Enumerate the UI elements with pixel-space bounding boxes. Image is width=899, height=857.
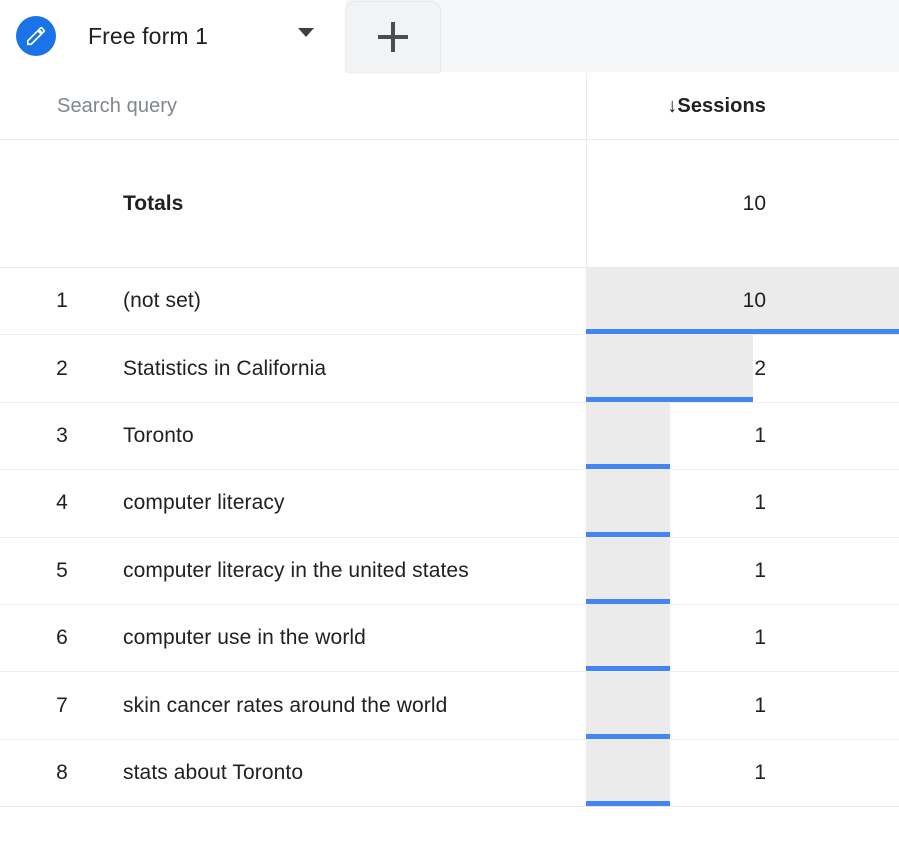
plus-icon bbox=[378, 22, 408, 52]
row-cell-dimension: 3 Toronto bbox=[0, 403, 586, 469]
row-index: 4 bbox=[56, 491, 68, 515]
row-cell-dimension: 8 stats about Toronto bbox=[0, 740, 586, 806]
table-row-7[interactable]: 7 skin cancer rates around the world 1 bbox=[0, 672, 899, 740]
row-bar bbox=[586, 470, 670, 537]
row-bar bbox=[586, 335, 753, 402]
row-label: stats about Toronto bbox=[123, 760, 304, 784]
row-index: 6 bbox=[56, 626, 68, 650]
sort-descending-icon: ↓ bbox=[667, 94, 678, 117]
row-bar bbox=[586, 537, 670, 604]
row-cell-dimension: 1 (not set) bbox=[0, 268, 586, 334]
row-cell-dimension: 2 Statistics in California bbox=[0, 335, 586, 401]
row-bar bbox=[586, 604, 670, 672]
tab-free-form-1[interactable]: Free form 1 bbox=[0, 0, 346, 73]
column-divider bbox=[586, 73, 587, 268]
table-row-8[interactable]: 8 stats about Toronto 1 bbox=[0, 739, 899, 808]
header-cell-dimension[interactable]: Search query bbox=[0, 73, 586, 139]
totals-cell-value: 10 bbox=[586, 140, 899, 267]
header-cell-metric[interactable]: ↓Sessions bbox=[586, 73, 899, 139]
row-bar bbox=[586, 739, 670, 807]
chevron-down-icon[interactable] bbox=[298, 28, 314, 37]
row-cell-metric: 1 bbox=[586, 537, 899, 604]
dimension-header-label: Search query bbox=[57, 94, 178, 117]
row-label: Toronto bbox=[123, 423, 194, 447]
table-body: 1 (not set) 10 2 Statistics in Californi… bbox=[0, 268, 899, 808]
metric-header-label: ↓Sessions bbox=[667, 95, 899, 118]
totals-value: 10 bbox=[742, 191, 766, 215]
add-tab-button[interactable] bbox=[346, 2, 440, 72]
data-table: Search query ↓Sessions Totals 10 1 (not … bbox=[0, 73, 899, 808]
totals-label: Totals bbox=[123, 191, 184, 215]
row-cell-metric: 1 bbox=[586, 672, 899, 739]
row-index: 1 bbox=[56, 289, 68, 313]
row-cell-dimension: 5 computer literacy in the united states bbox=[0, 538, 586, 604]
row-value: 1 bbox=[754, 626, 766, 650]
row-cell-dimension: 6 computer use in the world bbox=[0, 605, 586, 671]
pencil-icon bbox=[16, 16, 56, 56]
table-row-1[interactable]: 1 (not set) 10 bbox=[0, 268, 899, 336]
row-index: 7 bbox=[56, 693, 68, 717]
table-row-6[interactable]: 6 computer use in the world 1 bbox=[0, 604, 899, 673]
row-cell-metric: 1 bbox=[586, 470, 899, 537]
row-index: 8 bbox=[56, 760, 68, 784]
tab-title: Free form 1 bbox=[88, 22, 208, 49]
row-cell-metric: 1 bbox=[586, 604, 899, 672]
row-index: 3 bbox=[56, 423, 68, 447]
row-label: computer literacy bbox=[123, 491, 285, 515]
table-bottom-divider bbox=[0, 806, 899, 807]
report-table-screen: Free form 1 Search query ↓Sessions Total… bbox=[0, 0, 899, 857]
row-cell-metric: 2 bbox=[586, 335, 899, 402]
totals-cell-label: Totals bbox=[0, 140, 586, 267]
row-value: 1 bbox=[754, 693, 766, 717]
row-cell-metric: 1 bbox=[586, 739, 899, 807]
row-value: 1 bbox=[754, 423, 766, 447]
table-row-3[interactable]: 3 Toronto 1 bbox=[0, 402, 899, 471]
row-value: 1 bbox=[754, 558, 766, 582]
table-row-4[interactable]: 4 computer literacy 1 bbox=[0, 470, 899, 538]
row-cell-dimension: 7 skin cancer rates around the world bbox=[0, 672, 586, 738]
row-value: 2 bbox=[754, 356, 766, 380]
tab-bar: Free form 1 bbox=[0, 0, 899, 73]
row-label: (not set) bbox=[123, 289, 201, 313]
row-bar bbox=[586, 672, 670, 739]
row-value: 1 bbox=[754, 760, 766, 784]
metric-header-text: Sessions bbox=[677, 94, 766, 117]
table-header-row: Search query ↓Sessions bbox=[0, 73, 899, 140]
row-cell-dimension: 4 computer literacy bbox=[0, 470, 586, 536]
row-bar bbox=[586, 402, 670, 470]
table-row-5[interactable]: 5 computer literacy in the united states… bbox=[0, 537, 899, 605]
row-cell-metric: 1 bbox=[586, 402, 899, 470]
table-row-2[interactable]: 2 Statistics in California 2 bbox=[0, 335, 899, 403]
totals-row: Totals 10 bbox=[0, 140, 899, 268]
row-value: 10 bbox=[742, 289, 766, 313]
row-cell-metric: 10 bbox=[586, 268, 899, 335]
row-index: 2 bbox=[56, 356, 68, 380]
row-index: 5 bbox=[56, 558, 68, 582]
row-value: 1 bbox=[754, 491, 766, 515]
